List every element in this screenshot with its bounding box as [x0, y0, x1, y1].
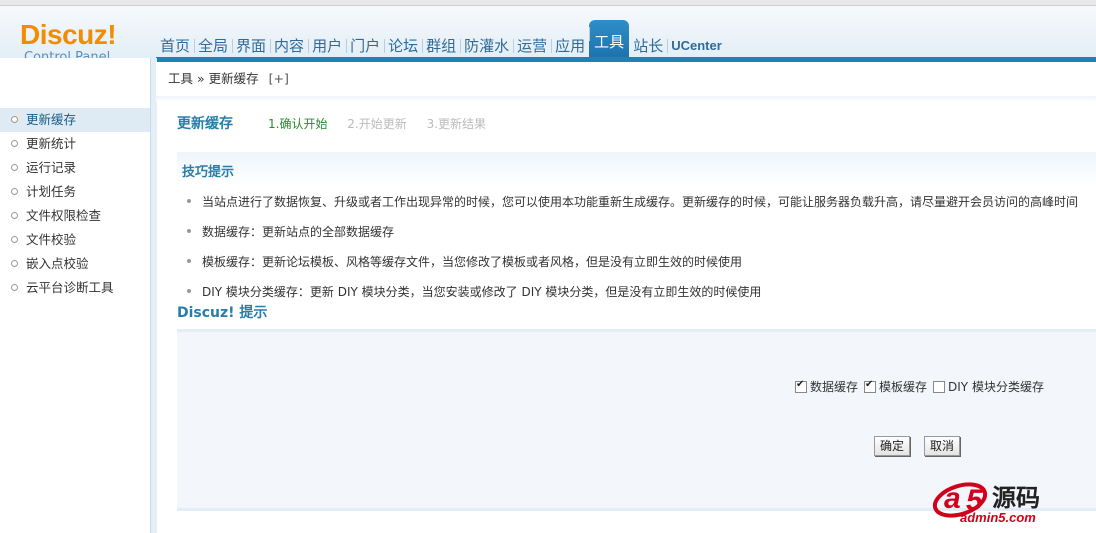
step-pending: 2.开始更新	[347, 117, 407, 131]
sidebar-item-label: 计划任务	[26, 184, 77, 199]
breadcrumb-current: 更新缓存	[208, 71, 259, 86]
bullet-icon	[11, 116, 18, 123]
bullet-icon	[11, 260, 18, 267]
tips-title: 技巧提示	[182, 165, 235, 180]
step-current: 1.确认开始	[268, 117, 328, 131]
nav-item-apps[interactable]: 应用	[551, 32, 589, 60]
a5-watermark-logo: a 5 源码 admin5.com	[932, 482, 1040, 525]
template-cache-checkbox[interactable]	[864, 379, 877, 393]
sidebar-item-label: 文件校验	[26, 232, 77, 247]
sidebar-divider	[150, 58, 157, 533]
nav-item-global[interactable]: 全局	[194, 32, 232, 60]
sidebar-item-file-permissions[interactable]: 文件权限检查	[0, 204, 150, 228]
nav-item-users[interactable]: 用户	[308, 32, 346, 60]
step-indicator: 1.确认开始 2.开始更新 3.更新结果	[268, 115, 502, 132]
sidebar-item-label: 运行记录	[26, 160, 77, 175]
cancel-button[interactable]: 取消	[924, 436, 961, 456]
nav-item-portal[interactable]: 门户	[346, 32, 384, 60]
sidebar-item-cloud-diagnostics[interactable]: 云平台诊断工具	[0, 276, 150, 300]
sidebar-item-label: 云平台诊断工具	[26, 280, 114, 295]
sidebar-item-file-check[interactable]: 文件校验	[0, 228, 150, 252]
top-nav: 首页 全局 界面 内容 用户 门户 论坛 群组 防灌水 运营 应用 工具 站长 …	[156, 20, 726, 60]
tip-item: DIY 模块分类缓存：更新 DIY 模块分类，当您安装或修改了 DIY 模块分类…	[187, 282, 1078, 312]
nav-item-tools[interactable]: 工具	[589, 20, 630, 60]
logo-brand: Discuz!	[20, 19, 117, 50]
nav-item-operation[interactable]: 运营	[513, 32, 551, 60]
tip-item: 数据缓存：更新站点的全部数据缓存	[187, 222, 1078, 252]
data-cache-checkbox[interactable]	[795, 379, 807, 393]
breadcrumb-root[interactable]: 工具	[168, 71, 193, 86]
bullet-icon	[11, 236, 18, 243]
nav-item-forum[interactable]: 论坛	[384, 32, 422, 60]
add-shortcut-button[interactable]: [+]	[269, 71, 289, 86]
bullet-icon	[11, 188, 18, 195]
tip-item: 模板缓存：更新论坛模板、风格等缓存文件，当您修改了模板或者风格，但是没有立即生效…	[187, 252, 1078, 282]
header: Discuz! Control Panel 首页 全局 界面 内容 用户 门户 …	[0, 6, 1096, 65]
sidebar-item-label: 更新缓存	[26, 112, 77, 127]
sidebar-item-label: 嵌入点校验	[26, 256, 89, 271]
form-buttons: 确定 取消	[874, 436, 974, 456]
sidebar: 更新缓存 更新统计 运行记录 计划任务 文件权限检查 文件校验 嵌入点校验 云平…	[0, 108, 150, 300]
page-title: 更新缓存	[177, 116, 233, 132]
bullet-icon	[11, 284, 18, 291]
cache-options: 数据缓存 模板缓存 DIY 模块分类缓存	[795, 378, 1050, 395]
step-pending: 3.更新结果	[426, 117, 487, 131]
sidebar-item-hook-check[interactable]: 嵌入点校验	[0, 252, 150, 276]
template-cache-label[interactable]: 模板缓存	[879, 378, 927, 395]
sidebar-item-run-log[interactable]: 运行记录	[0, 156, 150, 180]
breadcrumb-shadow	[156, 96, 1096, 102]
notice-title: Discuz! 提示	[177, 305, 268, 321]
tip-item: 当站点进行了数据恢复、升级或者工作出现异常的时候，您可以使用本功能重新生成缓存。…	[187, 192, 1078, 222]
tips-header: 技巧提示	[177, 152, 1096, 186]
nav-item-home[interactable]: 首页	[156, 32, 194, 60]
sidebar-item-scheduled-tasks[interactable]: 计划任务	[0, 180, 150, 204]
sidebar-item-update-cache[interactable]: 更新缓存	[0, 108, 150, 132]
bullet-icon	[11, 212, 18, 219]
nav-item-ucenter[interactable]: UCenter	[667, 32, 726, 60]
svg-text:源码: 源码	[992, 484, 1040, 512]
bullet-icon	[11, 164, 18, 171]
svg-text:a: a	[944, 482, 961, 515]
diy-cache-label[interactable]: DIY 模块分类缓存	[948, 378, 1044, 395]
nav-item-content[interactable]: 内容	[270, 32, 308, 60]
data-cache-label[interactable]: 数据缓存	[810, 378, 858, 395]
sidebar-item-label: 更新统计	[26, 136, 77, 151]
confirm-button[interactable]: 确定	[874, 436, 911, 456]
nav-item-antispam[interactable]: 防灌水	[460, 32, 513, 60]
diy-cache-checkbox[interactable]	[933, 380, 946, 393]
bullet-icon	[11, 140, 18, 147]
breadcrumb-separator: »	[197, 71, 205, 86]
breadcrumb: 工具 » 更新缓存 [+]	[156, 62, 1096, 97]
nav-item-group[interactable]: 群组	[422, 32, 460, 60]
nav-item-style[interactable]: 界面	[232, 32, 270, 60]
sidebar-item-label: 文件权限检查	[26, 208, 102, 223]
nav-item-admin[interactable]: 站长	[629, 32, 667, 60]
sidebar-item-update-stats[interactable]: 更新统计	[0, 132, 150, 156]
tips-list: 当站点进行了数据恢复、升级或者工作出现异常的时候，您可以使用本功能重新生成缓存。…	[187, 192, 1078, 312]
svg-text:admin5.com: admin5.com	[960, 510, 1036, 525]
